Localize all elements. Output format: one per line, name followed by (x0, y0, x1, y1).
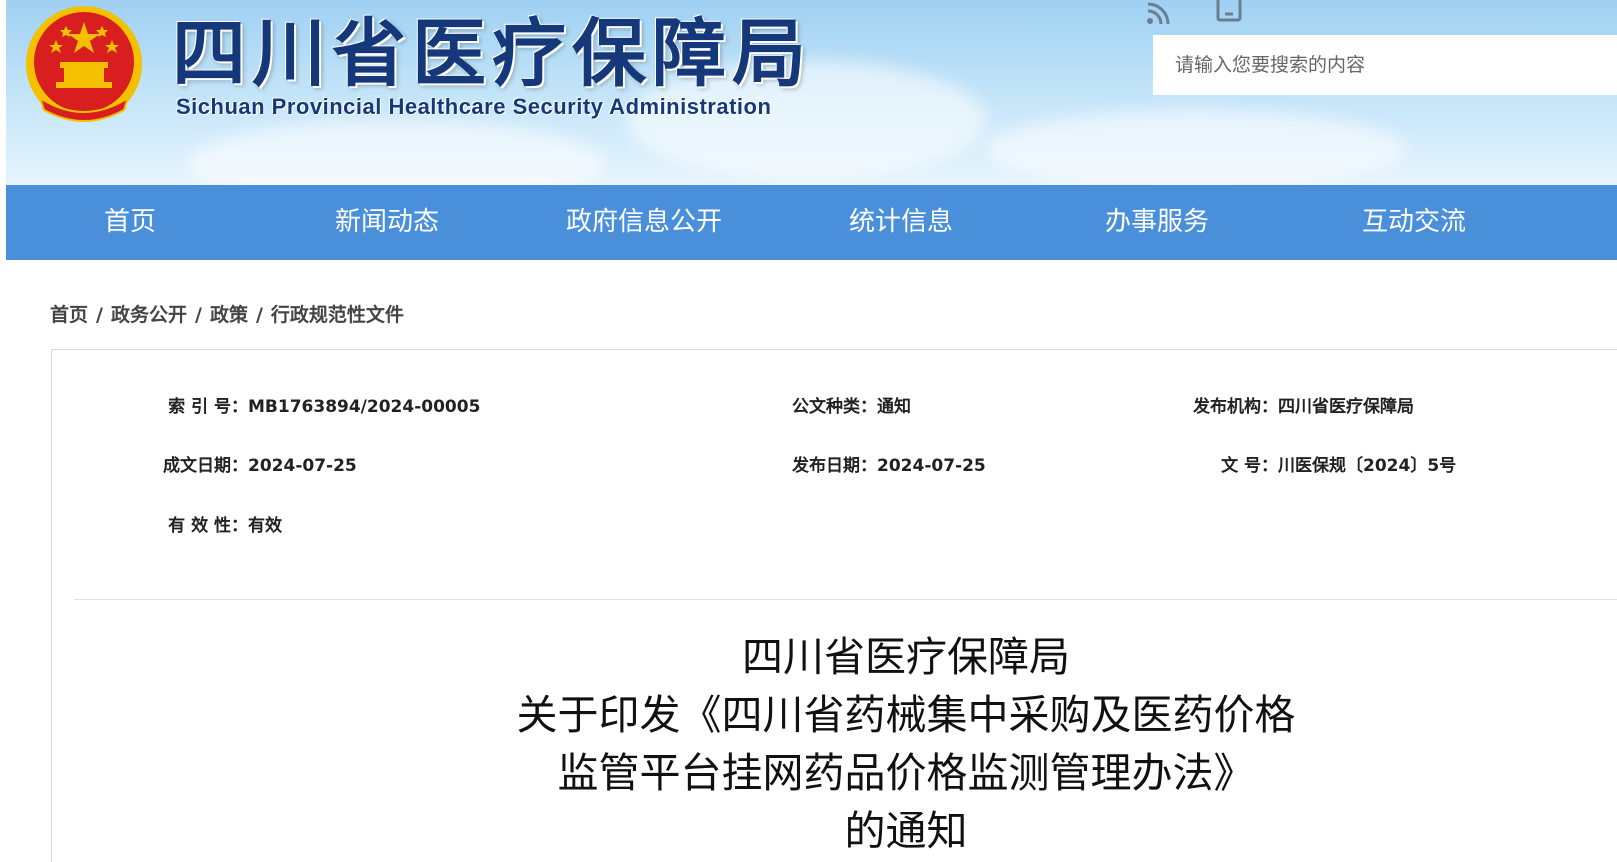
nav-item-news[interactable]: 新闻动态 (335, 185, 439, 260)
meta-validity-value: 有效 (248, 516, 282, 536)
main-nav: 首页 新闻动态 政府信息公开 统计信息 办事服务 互动交流 (6, 185, 1617, 260)
page: 四川省医疗保障局 Sichuan Provincial Healthcare S… (0, 0, 1617, 862)
meta-published-label: 发布日期： (792, 456, 877, 476)
meta-created-label: 成文日期： (163, 456, 248, 476)
meta-published-value: 2024-07-25 (877, 456, 986, 476)
meta-doc-number: 文 号：川医保规〔2024〕5号 (1172, 451, 1456, 476)
breadcrumb-home[interactable]: 首页 (50, 304, 88, 326)
document-title-line: 的通知 (844, 807, 968, 855)
national-emblem-icon (26, 6, 142, 122)
meta-index: 索 引 号：MB1763894/2024-00005 (112, 392, 480, 417)
breadcrumb-separator: / (255, 304, 263, 326)
site-title: 四川省医疗保障局 (172, 11, 812, 97)
breadcrumb-separator: / (96, 304, 103, 326)
meta-validity: 有 效 性：有效 (112, 511, 282, 536)
meta-created-date: 成文日期：2024-07-25 (112, 451, 357, 476)
nav-item-services[interactable]: 办事服务 (1105, 185, 1209, 260)
breadcrumb-policy[interactable]: 政策 (210, 304, 248, 326)
site-subtitle: Sichuan Provincial Healthcare Security A… (176, 94, 772, 119)
rss-icon[interactable] (1144, 0, 1178, 25)
top-icon-bar (1144, 0, 1246, 25)
search-input[interactable] (1153, 35, 1617, 95)
cloud-decoration (186, 120, 606, 185)
meta-category-label: 公文种类： (792, 397, 877, 417)
meta-category-value: 通知 (877, 397, 911, 417)
meta-docno-label: 文 号： (1221, 456, 1278, 476)
meta-index-value: MB1763894/2024-00005 (248, 397, 481, 417)
document-title-line: 关于印发《四川省药械集中采购及医药价格 (516, 691, 1296, 739)
meta-published-date: 发布日期：2024-07-25 (792, 451, 986, 476)
breadcrumb-gov-affairs[interactable]: 政务公开 (111, 304, 187, 326)
meta-docno-value: 川医保规〔2024〕5号 (1278, 456, 1457, 476)
meta-issuer-label: 发布机构： (1193, 397, 1278, 417)
document-title: 四川省医疗保障局 关于印发《四川省药械集中采购及医药价格 监管平台挂网药品价格监… (52, 628, 1617, 860)
document-title-line: 四川省医疗保障局 (742, 633, 1070, 681)
nav-item-statistics[interactable]: 统计信息 (849, 185, 953, 260)
meta-index-label: 索 引 号： (168, 397, 248, 417)
nav-item-interaction[interactable]: 互动交流 (1362, 185, 1466, 260)
cloud-decoration (986, 110, 1406, 185)
meta-created-value: 2024-07-25 (248, 456, 357, 476)
site-header: 四川省医疗保障局 Sichuan Provincial Healthcare S… (6, 0, 1617, 185)
meta-issuer-value: 四川省医疗保障局 (1278, 397, 1414, 417)
meta-category: 公文种类：通知 (792, 392, 911, 417)
document-title-line: 监管平台挂网药品价格监测管理办法》 (557, 749, 1255, 797)
nav-item-home[interactable]: 首页 (104, 185, 156, 260)
mobile-icon[interactable] (1212, 0, 1246, 24)
breadcrumb-normative-docs[interactable]: 行政规范性文件 (271, 304, 404, 326)
nav-item-gov-info[interactable]: 政府信息公开 (566, 185, 722, 260)
meta-divider (74, 599, 1617, 600)
document-panel: 索 引 号：MB1763894/2024-00005 公文种类：通知 发布机构：… (51, 349, 1617, 862)
meta-validity-label: 有 效 性： (168, 516, 248, 536)
breadcrumb: 首页 / 政务公开 / 政策 / 行政规范性文件 (50, 300, 404, 327)
meta-issuer: 发布机构：四川省医疗保障局 (1172, 392, 1414, 417)
breadcrumb-separator: / (194, 304, 202, 326)
